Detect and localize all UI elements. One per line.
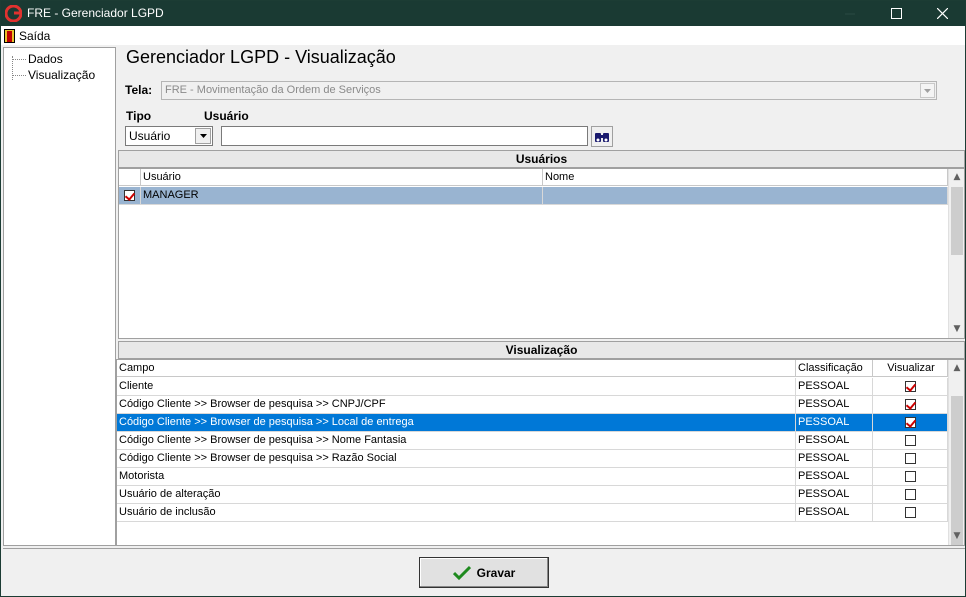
visualizar-checkbox[interactable]: [905, 453, 916, 464]
vis-row-classificacao[interactable]: PESSOAL: [796, 414, 873, 432]
tipo-label: Tipo: [126, 109, 152, 123]
vis-row-visualizar[interactable]: [873, 378, 948, 396]
tipo-value: Usuário: [129, 129, 171, 143]
vis-row-visualizar[interactable]: [873, 486, 948, 504]
visualizacao-panel-title: Visualização: [118, 341, 965, 359]
scroll-up-icon[interactable]: ▲: [949, 360, 964, 376]
close-icon: [936, 8, 948, 19]
vis-row-campo[interactable]: Código Cliente >> Browser de pesquisa >>…: [117, 396, 796, 414]
scroll-down-icon[interactable]: ▼: [949, 321, 964, 337]
chevron-down-icon[interactable]: [920, 83, 935, 98]
vis-row-campo[interactable]: Código Cliente >> Browser de pesquisa >>…: [117, 450, 796, 468]
door-icon: [4, 28, 15, 43]
vis-col-campo[interactable]: Campo: [117, 360, 796, 377]
exit-menu-label: Saída: [19, 28, 51, 43]
vis-row-campo[interactable]: Código Cliente >> Browser de pesquisa >>…: [117, 432, 796, 450]
tipo-select[interactable]: Usuário: [125, 126, 213, 146]
usuarios-panel-title: Usuários: [118, 150, 965, 168]
visualizar-checkbox[interactable]: [905, 471, 916, 482]
save-button[interactable]: Gravar: [419, 557, 549, 588]
visualizar-checkbox[interactable]: [905, 381, 916, 392]
table-row-check-cell[interactable]: [119, 187, 141, 205]
tela-label: Tela:: [125, 83, 153, 97]
user-usuario-cell[interactable]: MANAGER: [141, 187, 543, 205]
tela-value: FRE - Movimentação da Ordem de Serviços: [165, 84, 381, 96]
visualizacao-grid: Campo Classificação Visualizar Cliente PE…: [116, 359, 965, 546]
save-button-label: Gravar: [476, 565, 516, 580]
vis-row-campo[interactable]: Código Cliente >> Browser de pesquisa >>…: [117, 414, 796, 432]
vis-row-classificacao[interactable]: PESSOAL: [796, 486, 873, 504]
app-logo-icon: [5, 5, 22, 22]
search-button[interactable]: [591, 126, 613, 147]
tela-select[interactable]: FRE - Movimentação da Ordem de Serviços: [161, 81, 937, 100]
vis-row-campo[interactable]: Cliente: [117, 378, 796, 396]
scroll-up-icon[interactable]: ▲: [949, 169, 964, 185]
usuarios-col-usuario[interactable]: Usuário: [141, 169, 543, 186]
visualizar-checkbox[interactable]: [905, 435, 916, 446]
minimize-button[interactable]: [827, 1, 873, 26]
tree-item-dados[interactable]: Dados: [12, 52, 63, 66]
scroll-down-icon[interactable]: ▼: [949, 528, 964, 544]
visualizar-checkbox[interactable]: [905, 399, 916, 410]
vis-row-campo[interactable]: Usuário de inclusão: [117, 504, 796, 522]
binoculars-icon: [595, 132, 609, 142]
page-title: Gerenciador LGPD - Visualização: [126, 47, 396, 67]
minimize-icon: [845, 13, 855, 14]
chevron-down-icon[interactable]: [195, 128, 211, 144]
usuarios-scrollbar[interactable]: ▲ ▼: [948, 169, 964, 338]
visualizar-checkbox[interactable]: [905, 507, 916, 518]
visualizacao-scrollbar[interactable]: ▲ ▼: [948, 360, 964, 545]
app-window: FRE - Gerenciador LGPD Saída Dados Visua…: [0, 0, 966, 597]
exit-menu-item[interactable]: Saída: [4, 27, 50, 44]
maximize-button[interactable]: [873, 1, 919, 26]
maximize-icon: [890, 8, 902, 19]
vis-row-classificacao[interactable]: PESSOAL: [796, 504, 873, 522]
vis-row-classificacao[interactable]: PESSOAL: [796, 378, 873, 396]
vis-col-classificacao[interactable]: Classificação: [796, 360, 873, 377]
vis-col-visualizar[interactable]: Visualizar: [873, 360, 948, 377]
vis-row-visualizar[interactable]: [873, 414, 948, 432]
usuario-label: Usuário: [204, 109, 249, 123]
vis-row-visualizar[interactable]: [873, 504, 948, 522]
visualizar-checkbox[interactable]: [905, 489, 916, 500]
vis-row-classificacao[interactable]: PESSOAL: [796, 432, 873, 450]
navigation-tree: Dados Visualização: [3, 47, 116, 546]
title-bar: FRE - Gerenciador LGPD: [1, 1, 965, 26]
close-button[interactable]: [919, 1, 965, 26]
vis-row-visualizar[interactable]: [873, 432, 948, 450]
vis-row-classificacao[interactable]: PESSOAL: [796, 450, 873, 468]
vis-row-classificacao[interactable]: PESSOAL: [796, 396, 873, 414]
user-checkbox[interactable]: [124, 190, 135, 201]
visualizar-checkbox[interactable]: [905, 417, 916, 428]
vis-row-visualizar[interactable]: [873, 396, 948, 414]
window-title: FRE - Gerenciador LGPD: [27, 6, 164, 20]
tree-item-visualizacao[interactable]: Visualização: [12, 68, 95, 82]
vis-row-visualizar[interactable]: [873, 468, 948, 486]
usuarios-col-nome[interactable]: Nome: [543, 169, 948, 186]
checkmark-icon: [452, 565, 471, 580]
menu-bar: Saída: [1, 26, 965, 45]
vis-row-classificacao[interactable]: PESSOAL: [796, 468, 873, 486]
usuarios-grid: Usuário Nome MANAGER ▲ ▼: [118, 168, 965, 339]
scroll-thumb[interactable]: [951, 396, 963, 545]
user-nome-cell[interactable]: [543, 187, 948, 205]
vis-row-visualizar[interactable]: [873, 450, 948, 468]
scroll-thumb[interactable]: [951, 187, 963, 255]
vis-row-campo[interactable]: Usuário de alteração: [117, 486, 796, 504]
usuarios-col-check: [119, 169, 141, 186]
usuario-input[interactable]: [221, 126, 588, 146]
vis-row-campo[interactable]: Motorista: [117, 468, 796, 486]
